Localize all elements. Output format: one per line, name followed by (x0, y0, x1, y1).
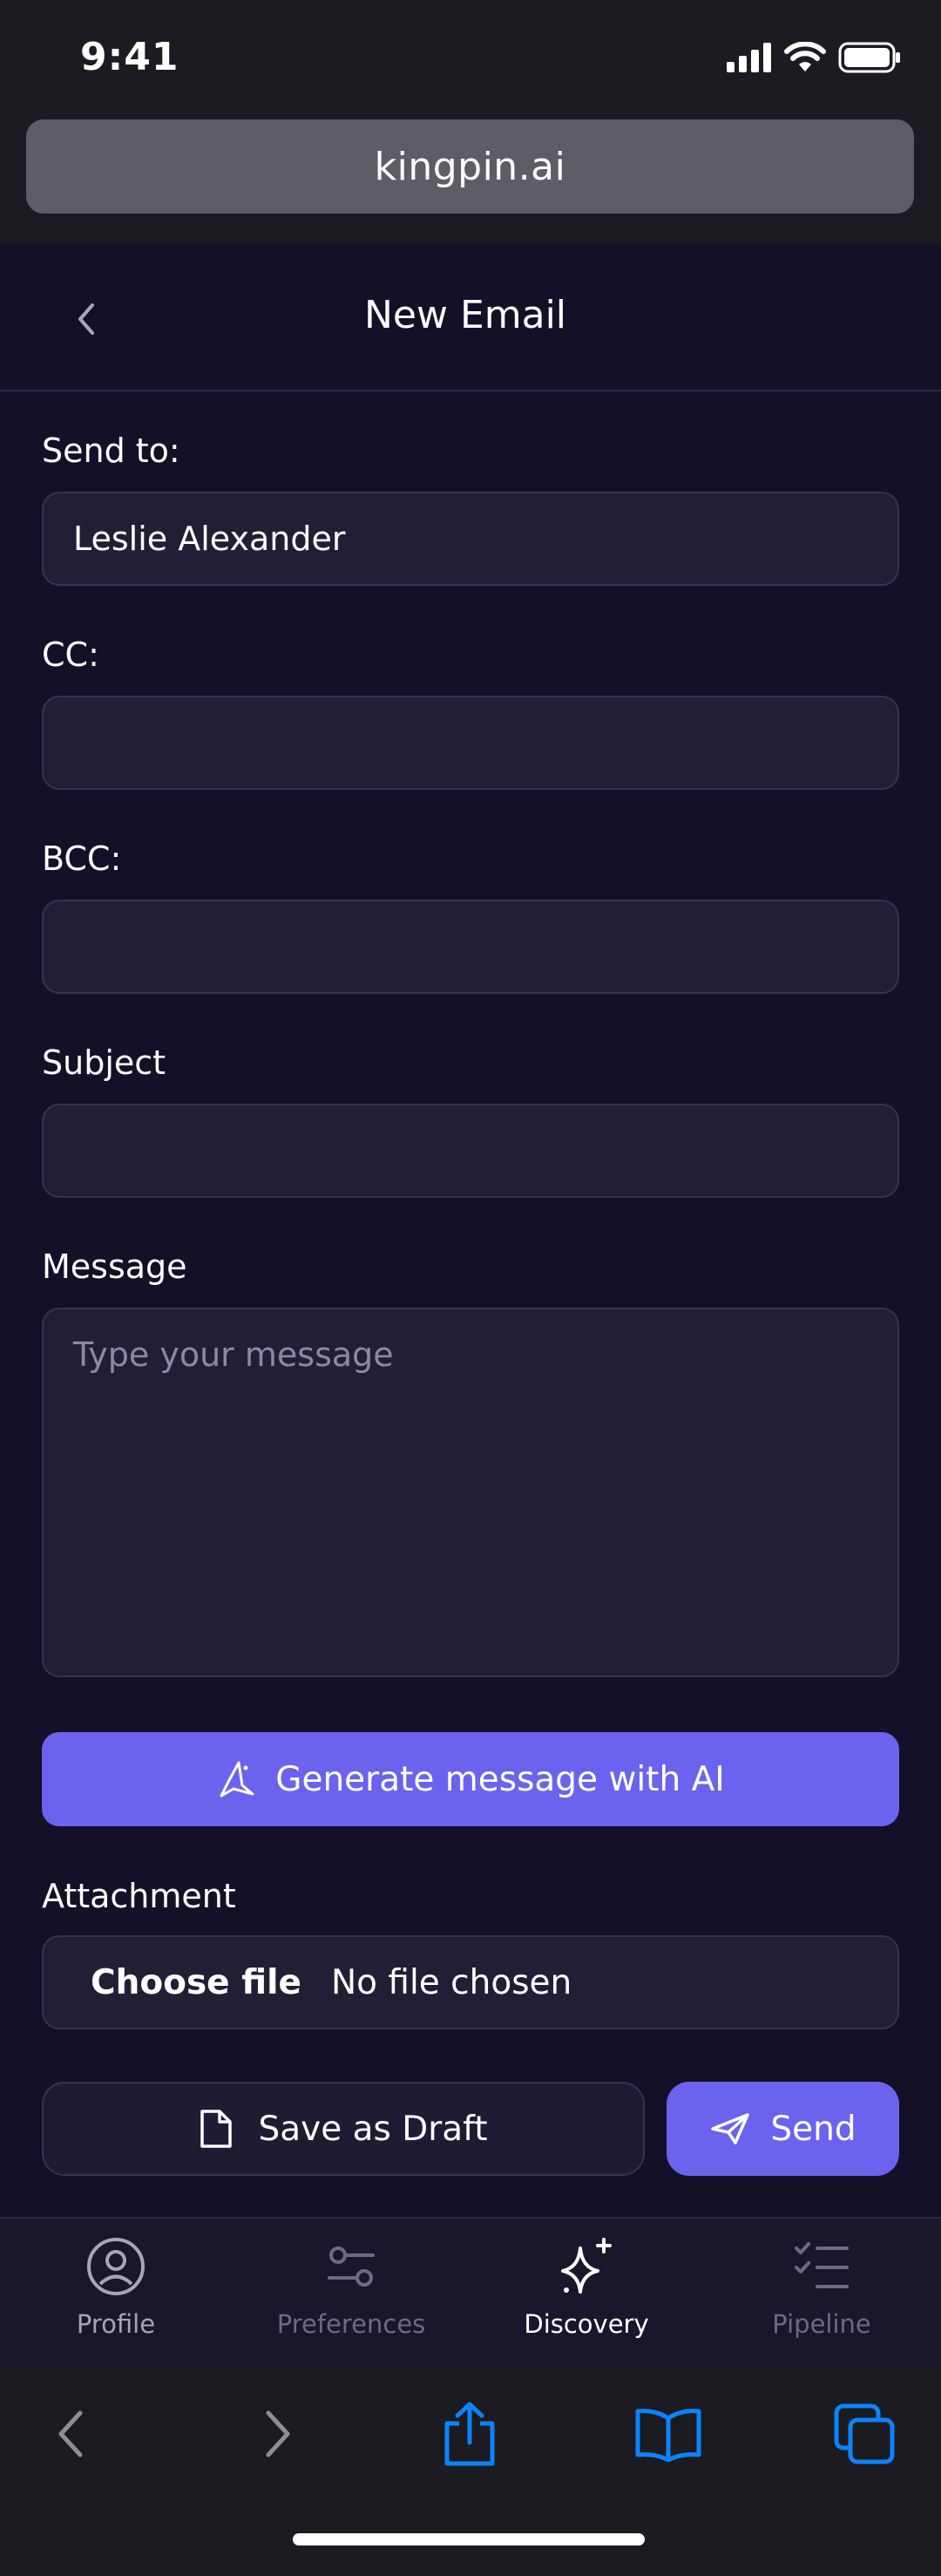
wifi-icon (784, 42, 826, 71)
page-title: New Email (363, 293, 567, 337)
subject-label: Subject (42, 1043, 166, 1082)
checklist-icon (795, 2242, 849, 2288)
tab-preferences-label: Preferences (276, 2309, 426, 2339)
message-textarea[interactable]: Type your message (42, 1308, 899, 1677)
cc-label: CC: (42, 636, 99, 674)
tab-preferences[interactable]: Preferences (247, 2236, 456, 2339)
bcc-field[interactable] (42, 900, 899, 994)
send-to-field[interactable]: Leslie Alexander (42, 492, 899, 586)
generate-ai-button[interactable]: Generate message with AI (42, 1732, 899, 1826)
attachment-field[interactable]: Choose file No file chosen (42, 1935, 899, 2029)
bcc-label: BCC: (42, 839, 122, 878)
chevron-right-icon (266, 2410, 290, 2457)
email-app: New Email Send to: Leslie Alexander CC: … (0, 243, 941, 2218)
url-bar[interactable]: kingpin.ai (26, 119, 914, 214)
browser-toolbar (0, 2368, 941, 2576)
home-indicator (293, 2533, 645, 2545)
tabs-icon (834, 2403, 895, 2464)
battery-icon (838, 42, 900, 73)
save-draft-label: Save as Draft (258, 2109, 488, 2149)
share-button[interactable] (435, 2399, 504, 2469)
status-time: 9:41 (80, 35, 179, 79)
tab-discovery-label: Discovery (524, 2309, 649, 2339)
attachment-label: Attachment (42, 1877, 236, 1915)
send-to-label: Send to: (42, 432, 180, 470)
subject-field[interactable] (42, 1104, 899, 1198)
tab-profile[interactable]: Profile (11, 2236, 220, 2339)
profile-icon (87, 2238, 145, 2295)
status-icons (727, 42, 901, 73)
ai-sparkle-icon (220, 1761, 254, 1798)
sliders-icon (328, 2246, 375, 2287)
signal-icon (727, 43, 771, 72)
save-draft-button[interactable]: Save as Draft (42, 2082, 645, 2176)
chevron-left-icon (58, 2410, 83, 2457)
status-bar: 9:41 (0, 0, 941, 119)
browser-back-button[interactable] (37, 2399, 106, 2469)
tab-pipeline[interactable]: Pipeline (717, 2236, 926, 2339)
sparkle-icon (561, 2238, 612, 2294)
send-to-value: Leslie Alexander (73, 520, 346, 558)
header: New Email (0, 243, 941, 391)
tab-discovery[interactable]: Discovery (482, 2236, 691, 2339)
file-status: No file chosen (330, 1962, 572, 2002)
tab-profile-label: Profile (76, 2309, 156, 2339)
phone-screen: 9:41 kingpin.ai New Email Send to: Lesli… (0, 0, 941, 2576)
message-label: Message (42, 1247, 187, 1286)
bookmarks-button[interactable] (633, 2399, 703, 2469)
book-icon (635, 2409, 701, 2462)
browser-forward-button[interactable] (242, 2399, 312, 2469)
send-button[interactable]: Send (667, 2082, 899, 2176)
send-icon (711, 2113, 750, 2144)
bottom-tab-bar: Profile Preferences Discovery Pipeline (0, 2217, 941, 2368)
cc-field[interactable] (42, 696, 899, 790)
document-icon (200, 2110, 233, 2148)
tab-pipeline-label: Pipeline (772, 2309, 871, 2339)
message-placeholder: Type your message (73, 1336, 394, 1374)
choose-file-button[interactable]: Choose file (91, 1963, 301, 2002)
send-label: Send (770, 2109, 856, 2149)
tabs-button[interactable] (829, 2399, 899, 2469)
generate-ai-label: Generate message with AI (275, 1759, 725, 1799)
share-icon (444, 2402, 495, 2466)
